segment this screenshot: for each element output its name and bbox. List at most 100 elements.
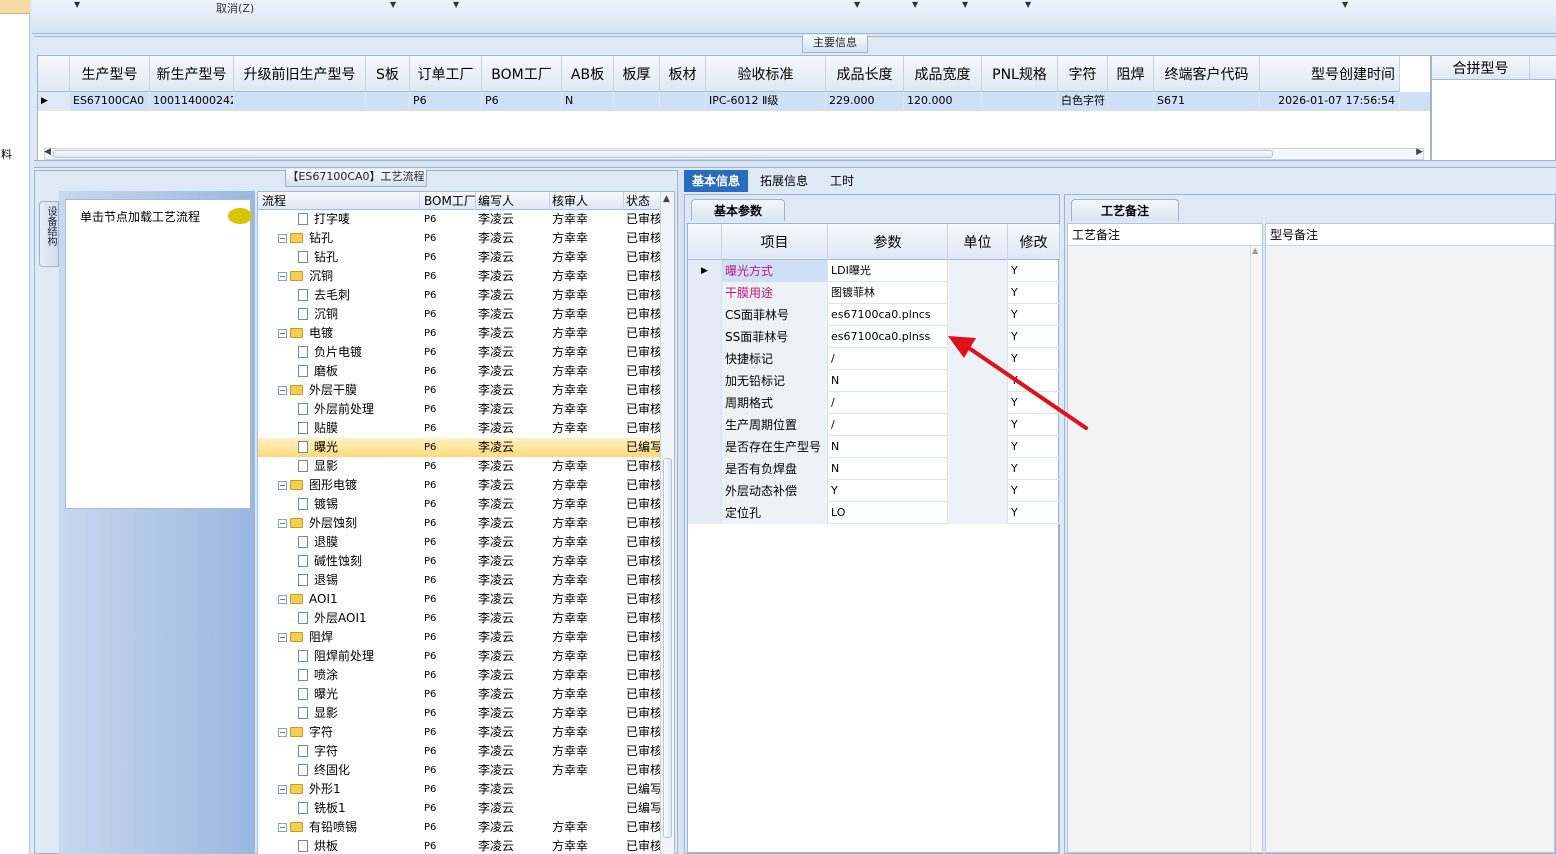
tree-row[interactable]: 去毛刺 P6 李凌云 方幸幸 已审核 [258,286,668,305]
scroll-right-icon[interactable]: ▶ [1416,147,1423,157]
tree-node[interactable]: 外层前处理 [298,400,418,419]
tree-row[interactable]: 显影 P6 李凌云 方幸幸 已审核 [258,457,668,476]
tree-row[interactable]: 曝光 P6 李凌云 方幸幸 已审核 [258,685,668,704]
scrollbar-thumb[interactable] [663,458,672,838]
tree-row[interactable]: 字符 P6 李凌云 方幸幸 已审核 [258,742,668,761]
param-unit[interactable] [948,304,1008,326]
row-selector[interactable] [688,480,722,502]
tree-node[interactable]: 阻焊前处理 [298,647,418,666]
column-header[interactable]: BOM工厂 [482,56,562,92]
row-selector-icon[interactable]: ▶ [688,260,722,282]
tree-node[interactable]: − 外形1 [278,780,418,799]
tree-row[interactable]: 打字唛 P6 李凌云 方幸幸 已审核 [258,210,668,229]
dropdown-arrow-icon[interactable]: ▼ [1342,0,1348,9]
tree-node[interactable]: − 阻焊 [278,628,418,647]
scroll-up-icon[interactable]: ▲ [1252,246,1258,255]
tab-2[interactable]: 工时 [820,170,864,192]
collapse-icon[interactable]: − [278,633,287,642]
param-row[interactable]: 干膜用途 图镀菲林 Y [688,282,1060,304]
column-header[interactable]: 板厚 [614,56,660,92]
column-header[interactable]: 升级前旧生产型号 [234,56,366,92]
dropdown-arrow-icon[interactable]: ▼ [453,0,459,9]
tree-row[interactable]: − 字符 P6 李凌云 方幸幸 已审核 [258,723,668,742]
tree-node[interactable]: 负片电镀 [298,343,418,362]
vertical-scrollbar[interactable]: ▲ [1250,246,1262,852]
collapse-icon[interactable]: − [278,595,287,604]
tree-node[interactable]: 显影 [298,704,418,723]
remarks-caption[interactable]: 工艺备注 [1071,199,1179,221]
tree-row[interactable]: − 阻焊 P6 李凌云 方幸幸 已审核 [258,628,668,647]
param-mod[interactable]: Y [1008,260,1060,282]
param-value[interactable]: 图镀菲林 [828,282,948,304]
column-header[interactable]: 订单工厂 [410,56,482,92]
param-value[interactable]: / [828,414,948,436]
param-value[interactable]: N [828,458,948,480]
tree-node[interactable]: 去毛刺 [298,286,418,305]
param-mod[interactable]: Y [1008,458,1060,480]
tree-row[interactable]: − 电镀 P6 李凌云 方幸幸 已审核 [258,324,668,343]
tree-node[interactable]: − 图形电镀 [278,476,418,495]
tree-node[interactable]: − 钻孔 [278,229,418,248]
tree-node[interactable]: 曝光 [298,438,418,457]
tree-row[interactable]: 烘板 P6 李凌云 方幸幸 已审核 [258,837,668,854]
row-selector[interactable] [688,502,722,524]
column-header[interactable]: 阻焊 [1108,56,1154,92]
column-header[interactable]: 核审人 [550,192,624,210]
dropdown-arrow-icon[interactable]: ▼ [854,0,860,9]
basic-params-caption[interactable]: 基本参数 [691,199,785,221]
tree-node[interactable]: 终固化 [298,761,418,780]
tree-row[interactable]: 退锡 P6 李凌云 方幸幸 已审核 [258,571,668,590]
tab-0[interactable]: 基本信息 [684,170,748,192]
column-header[interactable]: 验收标准 [706,56,826,92]
horizontal-splitter[interactable] [34,160,1556,168]
collapse-icon[interactable]: − [278,785,287,794]
param-value[interactable]: LDI曝光 [828,260,948,282]
param-value[interactable]: N [828,370,948,392]
param-unit[interactable] [948,480,1008,502]
tree-row[interactable]: − AOI1 P6 李凌云 方幸幸 已审核 [258,590,668,609]
param-row[interactable]: ▶ 曝光方式 LDI曝光 Y [688,260,1060,282]
row-selector[interactable] [688,458,722,480]
column-header[interactable]: BOM工厂 [422,192,476,210]
tree-row[interactable]: − 外形1 P6 李凌云 已编写 [258,780,668,799]
column-header[interactable]: 字符 [1058,56,1108,92]
param-unit[interactable] [948,282,1008,304]
tree-node[interactable]: 外层AOI1 [298,609,418,628]
param-row[interactable]: 外层动态补偿 Y Y [688,480,1060,502]
tree-node[interactable]: 打字唛 [298,210,418,229]
param-mod[interactable]: Y [1008,304,1060,326]
tree-row[interactable]: 铣板1 P6 李凌云 已编写 [258,799,668,818]
tree-row[interactable]: 碱性蚀刻 P6 李凌云 方幸幸 已审核 [258,552,668,571]
param-value[interactable]: es67100ca0.plncs [828,304,948,326]
tree-row[interactable]: 外层AOI1 P6 李凌云 方幸幸 已审核 [258,609,668,628]
scroll-left-icon[interactable]: ◀ [44,147,51,157]
tree-node[interactable]: 显影 [298,457,418,476]
tree-node[interactable]: 钻孔 [298,248,418,267]
tree-row[interactable]: 显影 P6 李凌云 方幸幸 已审核 [258,704,668,723]
tree-row[interactable]: − 外层蚀刻 P6 李凌云 方幸幸 已审核 [258,514,668,533]
param-row[interactable]: 定位孔 LO Y [688,502,1060,524]
tree-node[interactable]: 磨板 [298,362,418,381]
dropdown-arrow-icon[interactable]: ▼ [962,0,968,9]
tree-node[interactable]: 贴膜 [298,419,418,438]
row-selector[interactable] [688,348,722,370]
scroll-up-icon[interactable]: ▲ [663,194,670,204]
collapse-icon[interactable]: − [278,272,287,281]
vertical-scrollbar[interactable]: ▲ [660,192,674,854]
param-value[interactable]: N [828,436,948,458]
row-selector[interactable] [688,370,722,392]
column-header[interactable]: 型号创建时间 [1260,56,1400,92]
tree-row[interactable]: 钻孔 P6 李凌云 方幸幸 已审核 [258,248,668,267]
param-value[interactable]: / [828,392,948,414]
tree-row[interactable]: − 有铅喷锡 P6 李凌云 方幸幸 已审核 [258,818,668,837]
left-strip-tab[interactable] [0,0,30,14]
column-header[interactable]: 成品长度 [826,56,904,92]
tree-node[interactable]: 曝光 [298,685,418,704]
param-value[interactable]: es67100ca0.plnss [828,326,948,348]
column-header[interactable]: 单位 [948,224,1008,260]
tree-row[interactable]: 沉铜 P6 李凌云 方幸幸 已审核 [258,305,668,324]
row-selector[interactable] [688,436,722,458]
tree-node[interactable]: 沉铜 [298,305,418,324]
tree-row[interactable]: 贴膜 P6 李凌云 方幸幸 已审核 [258,419,668,438]
column-header[interactable]: 新生产型号 [150,56,234,92]
